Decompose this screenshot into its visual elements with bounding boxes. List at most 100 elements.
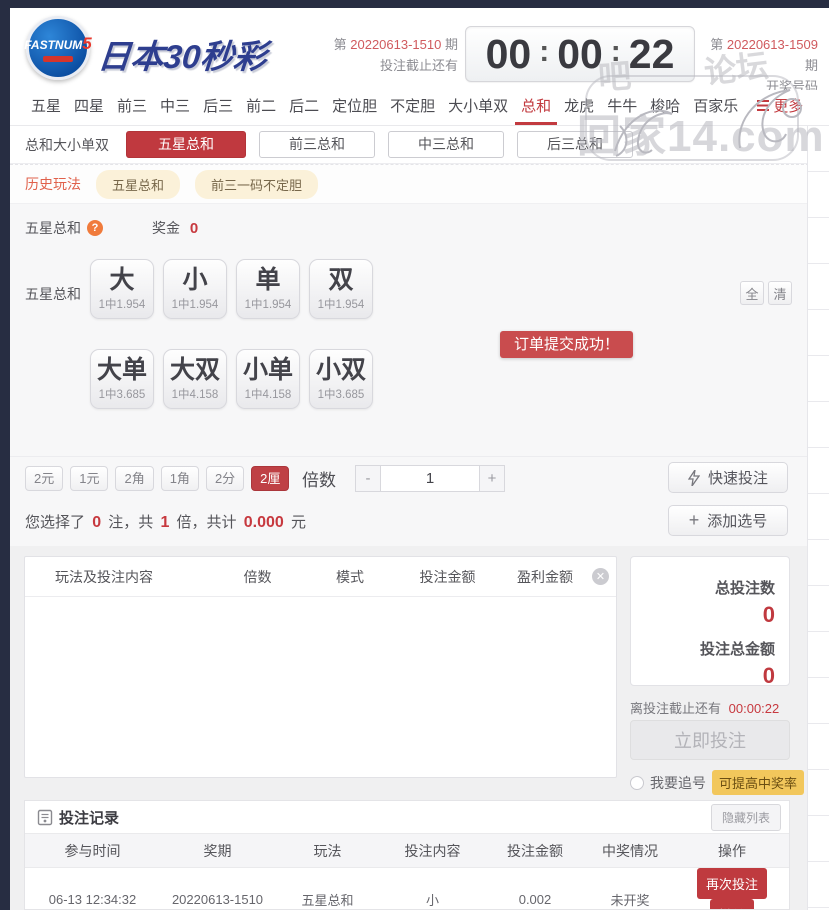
- subnav-tab-zhongsan-zonghe[interactable]: 中三总和: [388, 131, 504, 158]
- history-plays-row: 历史玩法 五星总和 前三一码不定胆: [10, 164, 829, 204]
- add-selection-button[interactable]: + 添加选号: [668, 505, 788, 536]
- multiplier-stepper: - +: [355, 465, 505, 492]
- nav-item-baijiale[interactable]: 百家乐: [687, 95, 744, 125]
- brand-logo-icon: FASTNUM5: [24, 16, 92, 80]
- nav-item-more[interactable]: 更多: [751, 95, 809, 125]
- rebet-button[interactable]: 再次投注: [696, 868, 767, 899]
- countdown-timer: 00 : 00 : 22: [465, 26, 695, 82]
- total-amount-label: 投注总金额: [699, 641, 775, 658]
- chase-label[interactable]: 我要追号: [650, 773, 706, 793]
- nav-item-houer[interactable]: 后二: [283, 95, 325, 125]
- game-name: 五星总和: [25, 220, 81, 236]
- nav-item-longhu[interactable]: 龙虎: [558, 95, 600, 125]
- sub-nav: 总和大小单双 五星总和 前三总和 中三总和 后三总和: [10, 126, 829, 164]
- bet-option-even[interactable]: 双 1中1.954: [309, 259, 373, 319]
- record-play: 五星总和: [275, 867, 380, 909]
- bet-option-odds: 1中1.954: [98, 299, 146, 311]
- submit-bet-button[interactable]: 立即投注: [630, 720, 790, 760]
- bet-option-big-even[interactable]: 大双 1中4.158: [163, 349, 227, 409]
- unit-1jiao[interactable]: 1角: [160, 466, 199, 491]
- bet-option-small-even[interactable]: 小双 1中3.685: [309, 349, 373, 409]
- previous-period-prefix: 第: [710, 37, 724, 52]
- records-header: 投注记录 隐藏列表: [25, 801, 789, 833]
- bet-option-name: 大双: [169, 356, 220, 384]
- nav-item-budingdan[interactable]: 不定胆: [384, 95, 441, 125]
- header: FASTNUM5 日本30秒彩 第 20220613-1510 期 投注截止还有…: [10, 8, 829, 94]
- multiplier-decrease-button[interactable]: -: [355, 465, 381, 492]
- selection-text: 注，共: [108, 514, 154, 531]
- subnav-tab-wuxing-zonghe[interactable]: 五星总和: [126, 131, 246, 158]
- unit-1yuan[interactable]: 1元: [70, 466, 109, 491]
- multiplier-increase-button[interactable]: +: [479, 465, 505, 492]
- unit-2yuan[interactable]: 2元: [25, 466, 64, 491]
- history-tag-2[interactable]: 前三一码不定胆: [195, 169, 319, 199]
- record-content: 小: [380, 867, 485, 909]
- subnav-group-label[interactable]: 总和大小单双: [25, 135, 109, 155]
- timer-separator: :: [539, 35, 550, 68]
- controls-row: 2元 1元 2角 1角 2分 2厘 倍数 - + 快速投注: [10, 456, 829, 498]
- help-question-icon[interactable]: ?: [87, 220, 103, 236]
- nav-item-qiansan[interactable]: 前三: [111, 95, 153, 125]
- nav-item-wuxing[interactable]: 五星: [25, 95, 67, 125]
- bet-option-name: 小双: [315, 356, 366, 384]
- main-nav: 五星 四星 前三 中三 后三 前二 后二 定位胆 不定胆 大小单双 总和 龙虎 …: [10, 90, 829, 126]
- bonus-label: 奖金: [152, 220, 180, 236]
- add-selection-label: 添加选号: [707, 513, 768, 530]
- selection-text: 倍，共计: [176, 514, 237, 531]
- bet-option-small[interactable]: 小 1中1.954: [163, 259, 227, 319]
- nav-item-daxiaodanshuang[interactable]: 大小单双: [442, 95, 514, 125]
- bet-list-panel: 玩法及投注内容 倍数 模式 投注金额 盈利金额: [24, 556, 617, 778]
- menu-list-icon: [757, 100, 770, 111]
- selected-total-amount: 0.000: [243, 514, 284, 531]
- quick-bet-button[interactable]: 快速投注: [668, 462, 788, 493]
- betting-area: 五星总和 ? 奖金 0 五星总和 大 1中1.954 小 1中1.954 单 1…: [10, 204, 829, 456]
- current-period-suffix: 期: [444, 37, 458, 52]
- total-bets-value: 0: [762, 602, 775, 627]
- unit-2li-active[interactable]: 2厘: [251, 466, 290, 491]
- history-tag-1[interactable]: 五星总和: [96, 169, 181, 199]
- bet-option-name: 小: [182, 266, 208, 294]
- nav-item-partial[interactable]: 追: [824, 95, 829, 125]
- records-table: 参与时间 奖期 玩法 投注内容 投注金额 中奖情况 操作 06-13 12:34…: [25, 833, 789, 909]
- clear-selection-button[interactable]: 清: [768, 281, 792, 305]
- clear-list-icon[interactable]: [592, 568, 609, 585]
- right-cutoff-panel: [807, 126, 829, 910]
- game-info-row: 五星总和 ?: [25, 218, 103, 238]
- hide-list-button[interactable]: 隐藏列表: [710, 803, 781, 831]
- select-all-button[interactable]: 全: [740, 281, 764, 305]
- multiplier-input[interactable]: [381, 465, 479, 492]
- nav-item-niuniu[interactable]: 牛牛: [601, 95, 643, 125]
- bet-option-big-odd[interactable]: 大单 1中3.685: [90, 349, 154, 409]
- nav-item-suoha[interactable]: 梭哈: [644, 95, 686, 125]
- nav-item-qianer[interactable]: 前二: [240, 95, 282, 125]
- current-period-prefix: 第: [333, 37, 347, 52]
- bet-option-odds: 1中1.954: [317, 299, 365, 311]
- lower-area: 玩法及投注内容 倍数 模式 投注金额 盈利金额 总投注数 0 投注总金额 0 离…: [10, 546, 829, 798]
- record-row: 06-13 12:34:32 20220613-1510 五星总和 小 0.00…: [25, 867, 789, 909]
- deadline-countdown: 离投注截止还有 00:00:22: [630, 698, 790, 717]
- previous-period-suffix: 期: [804, 58, 818, 73]
- nav-item-housan[interactable]: 后三: [197, 95, 239, 125]
- bet-option-small-odd[interactable]: 小单 1中4.158: [236, 349, 300, 409]
- col-play-content: 玩法及投注内容: [55, 568, 153, 585]
- bet-option-odds: 1中1.954: [244, 299, 292, 311]
- nav-item-zonghe-active[interactable]: 总和: [515, 95, 558, 125]
- chase-radio[interactable]: [630, 775, 644, 790]
- history-label: 历史玩法: [25, 176, 81, 192]
- subnav-tab-qiansan-zonghe[interactable]: 前三总和: [259, 131, 375, 158]
- col-mode: 模式: [336, 568, 364, 585]
- record-status: 未开奖: [585, 867, 675, 909]
- cancel-order-button[interactable]: 撤单: [709, 899, 754, 909]
- selected-count: 0: [92, 514, 102, 531]
- bet-options-row-2: 大单 1中3.685 大双 1中4.158 小单 1中4.158 小双 1中3.…: [90, 349, 373, 409]
- bet-option-big[interactable]: 大 1中1.954: [90, 259, 154, 319]
- bet-option-odd[interactable]: 单 1中1.954: [236, 259, 300, 319]
- nav-item-zhongsan[interactable]: 中三: [154, 95, 196, 125]
- nav-item-sixing[interactable]: 四星: [68, 95, 110, 125]
- total-bets-label: 总投注数: [714, 580, 775, 597]
- nav-item-dingweidan[interactable]: 定位胆: [326, 95, 383, 125]
- subnav-tab-housan-zonghe[interactable]: 后三总和: [517, 131, 633, 158]
- unit-2fen[interactable]: 2分: [205, 466, 245, 491]
- total-amount-value: 0: [762, 663, 775, 688]
- unit-2jiao[interactable]: 2角: [115, 466, 154, 491]
